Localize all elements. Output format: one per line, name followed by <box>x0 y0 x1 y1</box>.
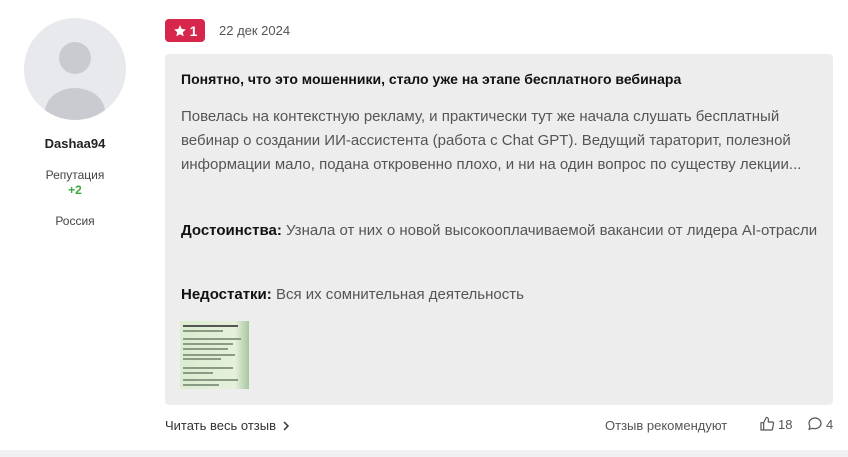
reputation-label: Репутация <box>45 168 105 182</box>
user-silhouette-icon <box>45 42 105 120</box>
read-more-label: Читать весь отзыв <box>165 418 277 433</box>
review-photo-thumbnail[interactable] <box>180 321 249 389</box>
rating-value: 1 <box>189 22 198 39</box>
like-button[interactable]: 18 <box>759 416 792 432</box>
likes-count: 18 <box>778 416 793 432</box>
review-pros: Достоинства: Узнала от них о новой высок… <box>181 219 821 243</box>
thumbs-up-icon <box>760 416 775 431</box>
avatar[interactable] <box>24 18 126 120</box>
author-username[interactable]: Dashaa94 <box>0 136 150 151</box>
review-cons: Недостатки: Вся их сомнительная деятельн… <box>181 283 821 307</box>
cons-label: Недостатки: <box>181 286 272 303</box>
star-icon <box>173 24 186 36</box>
review-date: 22 дек 2024 <box>219 23 291 38</box>
comment-icon <box>808 417 822 430</box>
read-full-review-link[interactable]: Читать весь отзыв <box>165 418 290 433</box>
review-content: Понятно, что это мошенники, стало уже на… <box>165 54 833 405</box>
author-country: Россия <box>55 214 95 228</box>
recommend-label: Отзыв рекомендуют <box>605 418 728 433</box>
review-body: Повелась на контекстную рекламу, и практ… <box>181 108 802 173</box>
comments-count: 4 <box>826 416 834 432</box>
comments-button[interactable]: 4 <box>807 416 833 432</box>
chevron-right-icon <box>283 420 290 431</box>
rating-badge: 1 <box>165 19 205 42</box>
review-card: Dashaa94 Репутация +2 Россия 1 22 дек 20… <box>0 0 848 450</box>
review-title[interactable]: Понятно, что это мошенники, стало уже на… <box>181 71 821 87</box>
cons-text: Вся их сомнительная деятельность <box>275 286 524 303</box>
pros-label: Достоинства: <box>181 222 282 239</box>
reputation-value: +2 <box>68 183 82 197</box>
pros-text: Узнала от них о новой высокооплачиваемой… <box>286 222 818 239</box>
